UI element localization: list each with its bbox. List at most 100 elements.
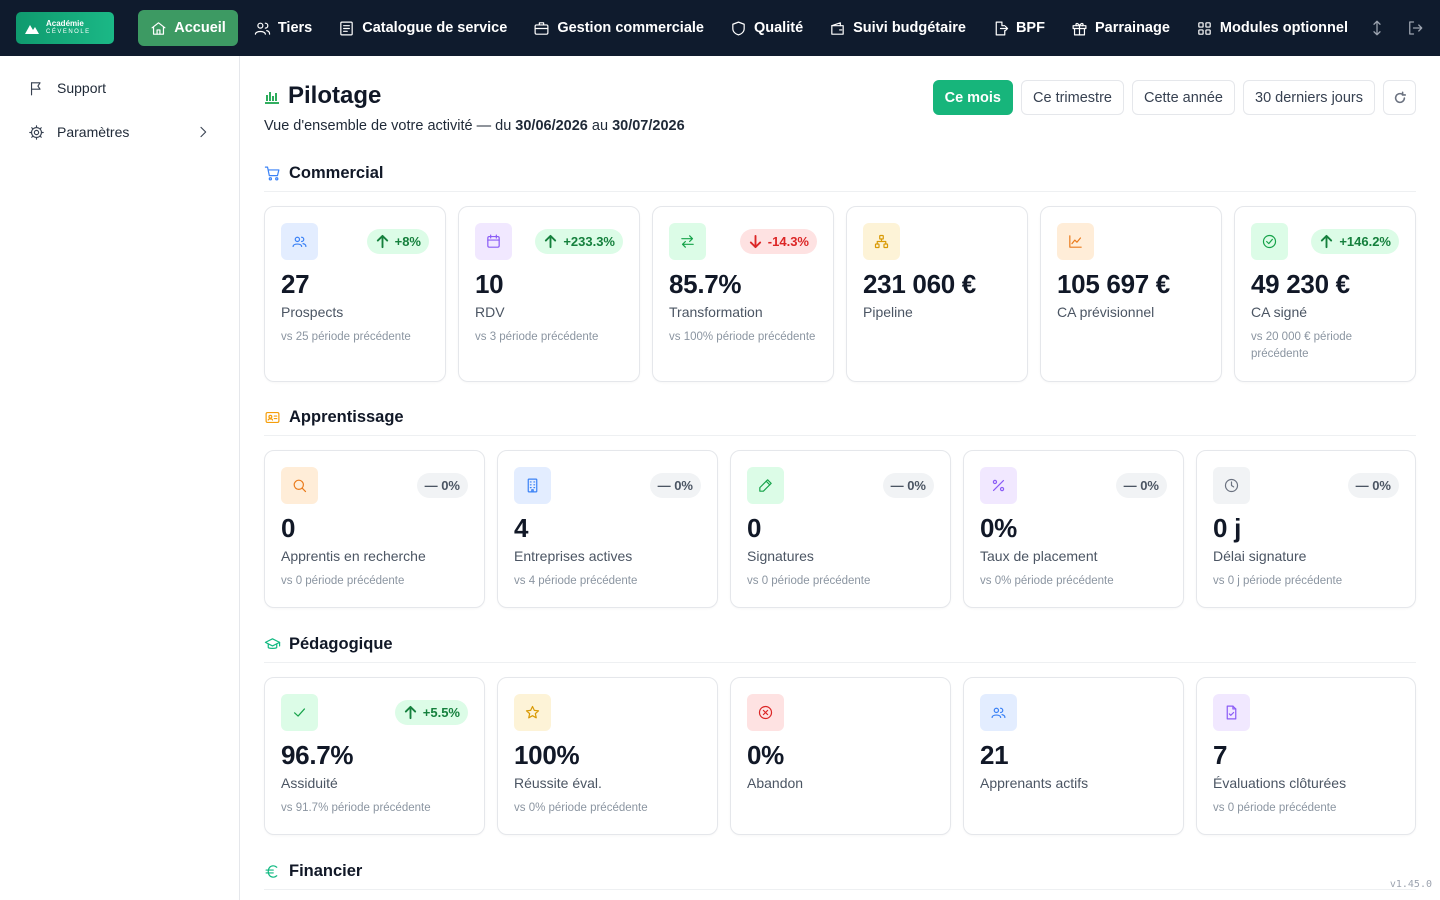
- nav-label: BPF: [1015, 20, 1045, 36]
- kpi-card-rdv[interactable]: +233.3% 10 RDV vs 3 période précédente: [458, 206, 640, 382]
- brand-name: Académie: [46, 19, 84, 28]
- kpi-comparison: vs 91.7% période précédente: [281, 802, 431, 814]
- nav-label: Parrainage: [1094, 20, 1170, 36]
- kpi-label: Entreprises actives: [514, 548, 633, 564]
- kpi-value: 27: [281, 269, 310, 299]
- section-apprentissage: Apprentissage — 0% 0 Apprentis en recher…: [264, 406, 1416, 608]
- date-to: 30/07/2026: [612, 118, 685, 134]
- kpi-card-entreprises-actives[interactable]: — 0% 4 Entreprises actives vs 4 période …: [497, 450, 718, 608]
- kpi-comparison: vs 0 période précédente: [281, 575, 405, 587]
- cart-icon: [264, 166, 280, 180]
- nav-label: Qualité: [753, 20, 804, 36]
- kpi-card-ca-previsionnel[interactable]: 105 697 € CA prévisionnel: [1040, 206, 1222, 382]
- id-card-icon: [265, 411, 280, 423]
- check-icon: [293, 708, 306, 717]
- arrow-up-icon: [404, 705, 416, 720]
- kpi-value: 100%: [514, 740, 580, 770]
- search-icon: [293, 479, 307, 493]
- shield-icon: [732, 21, 745, 35]
- trend-badge: — 0%: [882, 473, 934, 498]
- period-quarter-button[interactable]: Ce trimestre: [1021, 80, 1124, 115]
- kpi-value: 96.7%: [281, 740, 354, 770]
- date-from: 30/06/2026: [515, 118, 588, 134]
- period-year-button[interactable]: Cette année: [1131, 80, 1235, 115]
- divider: [264, 435, 1416, 436]
- file-check-icon: [1226, 705, 1237, 720]
- sidebar: Support Paramètres: [0, 56, 240, 900]
- kpi-card-ca-signe[interactable]: +146.2% 49 230 € CA signé vs 20 000 € pé…: [1234, 206, 1416, 382]
- divider: [264, 889, 1416, 890]
- nav-label: Tiers: [277, 20, 313, 36]
- building-icon: [527, 478, 538, 493]
- kpi-value: 105 697 €: [1057, 269, 1170, 299]
- grid-icon: [1198, 21, 1211, 35]
- kpi-comparison: vs 0 période précédente: [747, 575, 871, 587]
- nav-suivi-budgetaire[interactable]: Suivi budgétaire: [819, 10, 976, 46]
- chevron-right-icon[interactable]: [195, 124, 211, 140]
- sidebar-item-parametres[interactable]: Paramètres: [0, 120, 239, 144]
- logout-icon[interactable]: [1406, 19, 1424, 37]
- kpi-label: Délai signature: [1213, 548, 1307, 564]
- pencil-icon: [759, 479, 772, 492]
- arrow-up-icon: [545, 234, 557, 249]
- kpi-card-delai-signature[interactable]: — 0% 0 j Délai signature vs 0 j période …: [1196, 450, 1416, 608]
- calendar-icon: [487, 234, 500, 248]
- kpi-comparison: vs 0 période précédente: [1213, 802, 1337, 814]
- kpi-label: Abandon: [747, 775, 804, 791]
- trending-up-icon: [1069, 235, 1082, 248]
- nav-modules-optionnels[interactable]: Modules optionnel: [1186, 10, 1358, 46]
- kpi-value: 0 j: [1213, 513, 1242, 543]
- kpi-value: 4: [514, 513, 529, 543]
- refresh-icon: [1394, 91, 1406, 103]
- main-nav: Accueil Tiers Catalogue de service Gesti…: [138, 10, 1424, 46]
- sort-arrows-icon[interactable]: [1368, 19, 1386, 37]
- kpi-card-apprenants-actifs[interactable]: 21 Apprenants actifs: [963, 677, 1184, 835]
- arrow-up-icon: [1321, 234, 1333, 249]
- book-icon: [340, 21, 354, 35]
- kpi-label: Taux de placement: [980, 548, 1098, 564]
- trend-badge: — 0%: [1347, 473, 1399, 498]
- section-title: Commercial: [289, 163, 384, 182]
- kpi-card-signatures[interactable]: — 0% 0 Signatures vs 0 période précédent…: [730, 450, 951, 608]
- kpi-card-transformation[interactable]: -14.3% 85.7% Transformation vs 100% péri…: [652, 206, 834, 382]
- nav-label: Gestion commerciale: [557, 20, 704, 36]
- kpi-card-abandon[interactable]: 0% Abandon: [730, 677, 951, 835]
- nav-tiers[interactable]: Tiers: [244, 10, 322, 46]
- gear-icon: [29, 124, 44, 140]
- kpi-value: 0%: [747, 740, 784, 770]
- kpi-value: 49 230 €: [1251, 269, 1350, 299]
- trend-badge: +5.5%: [394, 700, 468, 725]
- period-last30-button[interactable]: 30 derniers jours: [1243, 80, 1375, 115]
- star-icon: [525, 705, 540, 719]
- trend-badge: +8%: [366, 229, 429, 254]
- kpi-card-assiduite[interactable]: +5.5% 96.7% Assiduité vs 91.7% période p…: [264, 677, 485, 835]
- kpi-card-apprentis-recherche[interactable]: — 0% 0 Apprentis en recherche vs 0 pério…: [264, 450, 485, 608]
- app-version: v1.45.0: [1389, 879, 1432, 890]
- kpi-card-pipeline[interactable]: 231 060 € Pipeline: [846, 206, 1028, 382]
- users-icon: [292, 236, 307, 248]
- hierarchy-icon: [874, 234, 889, 249]
- users-icon: [254, 22, 271, 35]
- divider: [264, 191, 1416, 192]
- nav-accueil[interactable]: Accueil: [138, 10, 238, 46]
- percent-icon: [992, 479, 1005, 492]
- kpi-card-reussite-eval[interactable]: 100% Réussite éval. vs 0% période précéd…: [497, 677, 718, 835]
- section-title: Apprentissage: [289, 407, 404, 426]
- nav-qualite[interactable]: Qualité: [720, 10, 813, 46]
- kpi-card-evaluations-cloturees[interactable]: 7 Évaluations clôturées vs 0 période pré…: [1196, 677, 1416, 835]
- nav-bpf[interactable]: BPF: [982, 10, 1055, 46]
- refresh-button[interactable]: [1383, 80, 1416, 115]
- nav-catalogue[interactable]: Catalogue de service: [328, 10, 517, 46]
- trend-badge: — 0%: [416, 473, 468, 498]
- kpi-label: CA prévisionnel: [1057, 304, 1155, 320]
- kpi-card-prospects[interactable]: +8% 27 Prospects vs 25 période précédent…: [264, 206, 446, 382]
- kpi-comparison: vs 20 000 € période précédente: [1251, 331, 1353, 360]
- sidebar-item-support[interactable]: Support: [0, 76, 239, 100]
- wallet-icon: [831, 21, 844, 35]
- kpi-card-taux-placement[interactable]: — 0% 0% Taux de placement vs 0% période …: [963, 450, 1184, 608]
- brand-logo[interactable]: Académie CÉVENOLE: [16, 12, 115, 44]
- period-selector: Ce mois Ce trimestre Cette année 30 dern…: [932, 80, 1416, 115]
- nav-parrainage[interactable]: Parrainage: [1061, 10, 1180, 46]
- period-month-button[interactable]: Ce mois: [932, 80, 1014, 115]
- nav-gestion-commerciale[interactable]: Gestion commerciale: [523, 10, 714, 46]
